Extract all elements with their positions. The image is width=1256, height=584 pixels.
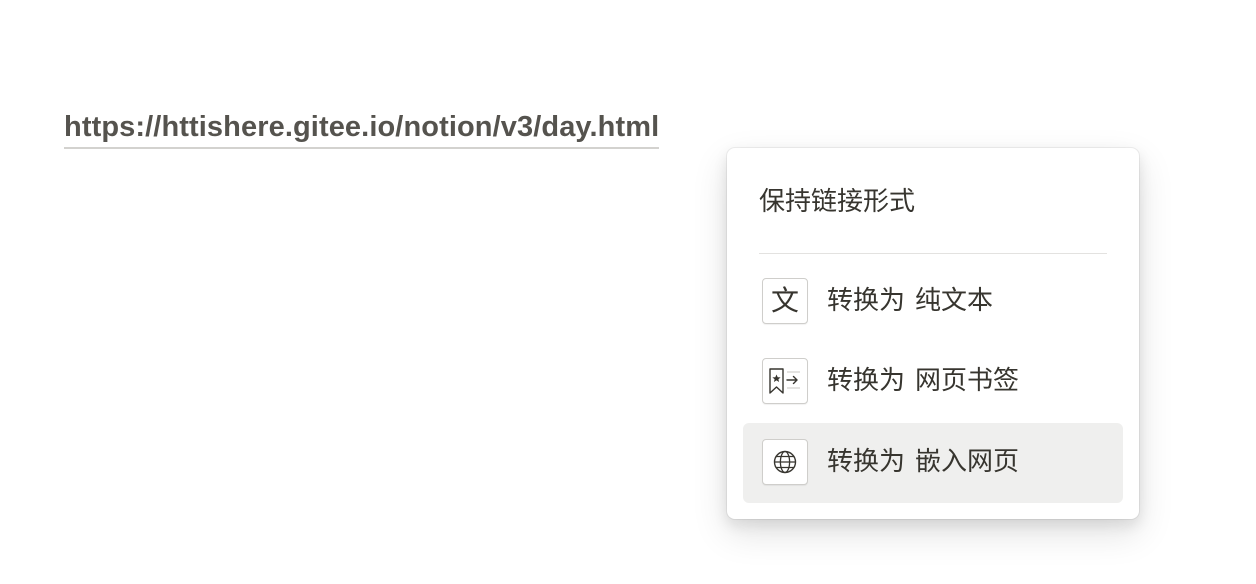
convert-target: 嵌入网页 [915, 447, 1020, 477]
convert-prefix: 转换为 [827, 286, 906, 316]
convert-to-bookmark-label: 转换为 网页书签 [827, 361, 1019, 401]
convert-prefix: 转换为 [827, 366, 906, 396]
convert-to-text-label: 转换为 纯文本 [827, 281, 993, 321]
convert-to-embed-option[interactable]: 转换为 嵌入网页 [743, 423, 1123, 503]
convert-to-embed-label: 转换为 嵌入网页 [827, 442, 1019, 482]
text-icon-glyph: 文 [770, 284, 799, 317]
paste-options-menu: 保持链接形式 文 转换为 纯文本 转换为 网页书签 转换为 嵌入网页 [727, 148, 1139, 519]
convert-prefix: 转换为 [827, 447, 906, 477]
globe-icon [762, 439, 808, 485]
keep-link-option[interactable]: 保持链接形式 [759, 182, 915, 222]
pasted-link[interactable]: https://httishere.gitee.io/notion/v3/day… [64, 108, 660, 149]
text-icon: 文 [762, 278, 808, 324]
convert-target: 网页书签 [915, 366, 1020, 396]
menu-divider [759, 253, 1107, 254]
convert-to-text-option[interactable]: 文 转换为 纯文本 [743, 262, 1123, 342]
convert-to-bookmark-option[interactable]: 转换为 网页书签 [743, 342, 1123, 422]
bookmark-icon [762, 358, 808, 404]
editor-page: https://httishere.gitee.io/notion/v3/day… [0, 0, 1256, 584]
convert-target: 纯文本 [915, 286, 994, 316]
